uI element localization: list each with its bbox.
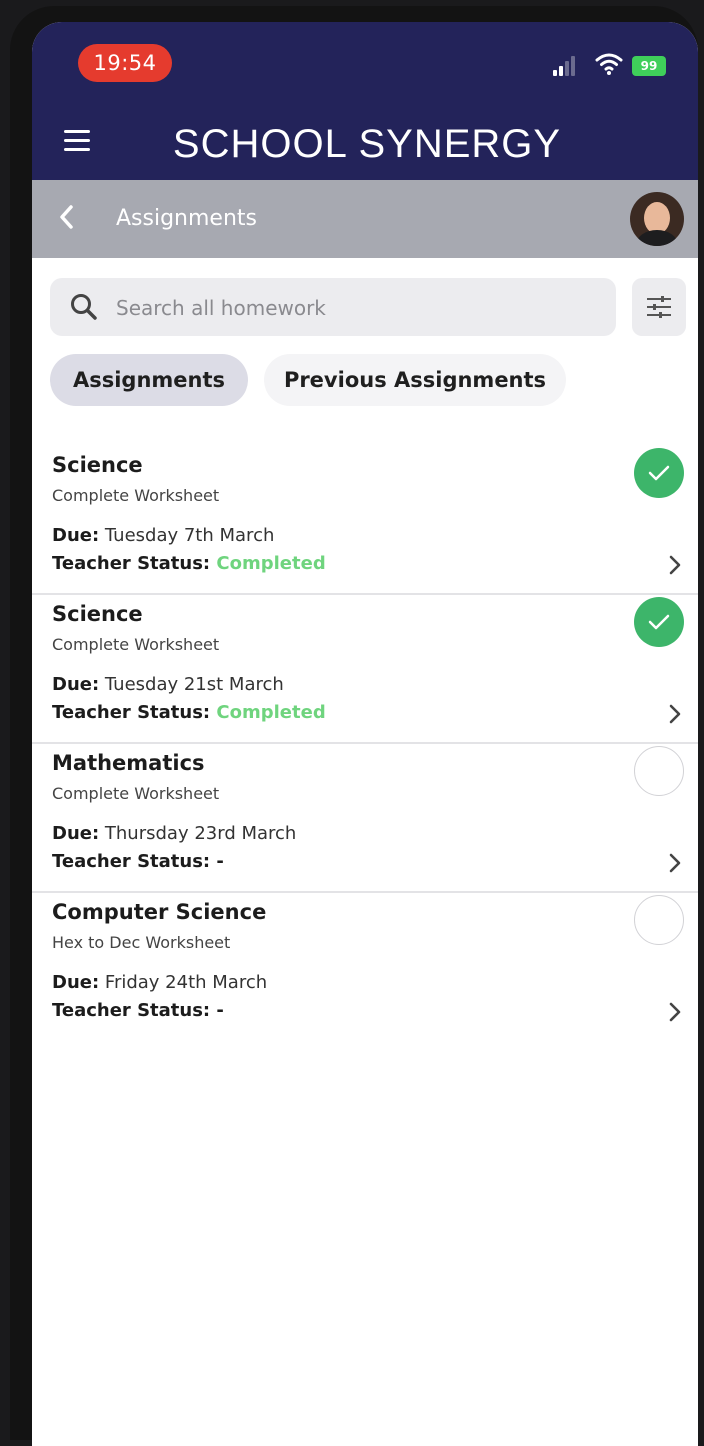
tab-previous-assignments[interactable]: Previous Assignments bbox=[264, 354, 566, 406]
due-label: Due: bbox=[52, 525, 100, 546]
assignment-task: Complete Worksheet bbox=[52, 784, 220, 803]
list-item[interactable]: Mathematics Complete Worksheet Due: Thur… bbox=[32, 744, 698, 893]
filter-button[interactable] bbox=[632, 278, 686, 336]
teacher-status-value: Completed bbox=[216, 702, 326, 723]
assignment-due: Due: Thursday 23rd March bbox=[52, 820, 296, 848]
teacher-status: Teacher Status: - bbox=[52, 848, 224, 876]
completion-toggle[interactable] bbox=[634, 448, 684, 498]
due-label: Due: bbox=[52, 972, 100, 993]
assignment-subject: Computer Science bbox=[52, 900, 267, 924]
teacher-status: Teacher Status: Completed bbox=[52, 550, 326, 578]
teacher-status-label: Teacher Status: bbox=[52, 1000, 211, 1021]
assignment-subject: Mathematics bbox=[52, 751, 205, 775]
teacher-status-label: Teacher Status: bbox=[52, 702, 211, 723]
teacher-status-value: Completed bbox=[216, 553, 326, 574]
due-date: Friday 24th March bbox=[104, 972, 268, 993]
assignment-due: Due: Tuesday 7th March bbox=[52, 522, 274, 550]
checkmark-icon bbox=[648, 614, 670, 630]
teacher-status: Teacher Status: - bbox=[52, 997, 224, 1025]
teacher-status-label: Teacher Status: bbox=[52, 553, 211, 574]
list-item[interactable]: Science Complete Worksheet Due: Tuesday … bbox=[32, 595, 698, 744]
completion-toggle[interactable] bbox=[634, 597, 684, 647]
search-input[interactable] bbox=[114, 290, 598, 326]
hamburger-icon[interactable] bbox=[64, 130, 90, 152]
teacher-status-label: Teacher Status: bbox=[52, 851, 211, 872]
chevron-right-icon bbox=[669, 1002, 681, 1022]
search-icon bbox=[71, 294, 97, 320]
teacher-status-value: - bbox=[216, 1000, 224, 1021]
app-screen: 19:54 99 SCHOOL SYNERGY Assignments Sear… bbox=[32, 22, 698, 1446]
assignment-task: Complete Worksheet bbox=[52, 486, 220, 505]
chevron-right-icon bbox=[669, 555, 681, 575]
app-brand-title: SCHOOL SYNERGY bbox=[172, 122, 562, 166]
wifi-icon bbox=[595, 53, 623, 75]
back-button[interactable] bbox=[58, 204, 82, 234]
tab-assignments[interactable]: Assignments bbox=[50, 354, 248, 406]
assignment-subject: Science bbox=[52, 453, 143, 477]
subheader: Assignments bbox=[32, 180, 698, 258]
teacher-status: Teacher Status: Completed bbox=[52, 699, 326, 727]
due-date: Tuesday 7th March bbox=[104, 525, 275, 546]
due-date: Tuesday 21st March bbox=[104, 674, 284, 695]
sliders-icon bbox=[647, 296, 671, 318]
assignment-task: Hex to Dec Worksheet bbox=[52, 933, 231, 952]
assignment-due: Due: Friday 24th March bbox=[52, 969, 267, 997]
assignment-task: Complete Worksheet bbox=[52, 635, 220, 654]
chevron-left-icon bbox=[60, 205, 73, 229]
battery-icon: 99 bbox=[632, 56, 666, 76]
search-bar[interactable] bbox=[50, 278, 616, 336]
assignment-list: Science Complete Worksheet Due: Tuesday … bbox=[32, 446, 698, 1040]
cellular-signal-icon bbox=[553, 56, 579, 76]
due-date: Thursday 23rd March bbox=[104, 823, 297, 844]
status-time: 19:54 bbox=[78, 44, 172, 82]
chevron-right-icon bbox=[669, 704, 681, 724]
completion-toggle[interactable] bbox=[634, 746, 684, 796]
list-item[interactable]: Science Complete Worksheet Due: Tuesday … bbox=[32, 446, 698, 595]
device-frame: 19:54 99 SCHOOL SYNERGY Assignments Sear… bbox=[10, 6, 698, 1446]
assignment-due: Due: Tuesday 21st March bbox=[52, 671, 284, 699]
due-label: Due: bbox=[52, 823, 100, 844]
chevron-right-icon bbox=[669, 853, 681, 873]
avatar[interactable] bbox=[630, 192, 684, 246]
page-title: Assignments bbox=[116, 206, 257, 231]
app-header: 19:54 99 SCHOOL SYNERGY bbox=[32, 22, 698, 180]
assignment-subject: Science bbox=[52, 602, 143, 626]
teacher-status-value: - bbox=[216, 851, 224, 872]
completion-toggle[interactable] bbox=[634, 895, 684, 945]
checkmark-icon bbox=[648, 465, 670, 481]
list-item[interactable]: Computer Science Hex to Dec Worksheet Du… bbox=[32, 893, 698, 1040]
due-label: Due: bbox=[52, 674, 100, 695]
